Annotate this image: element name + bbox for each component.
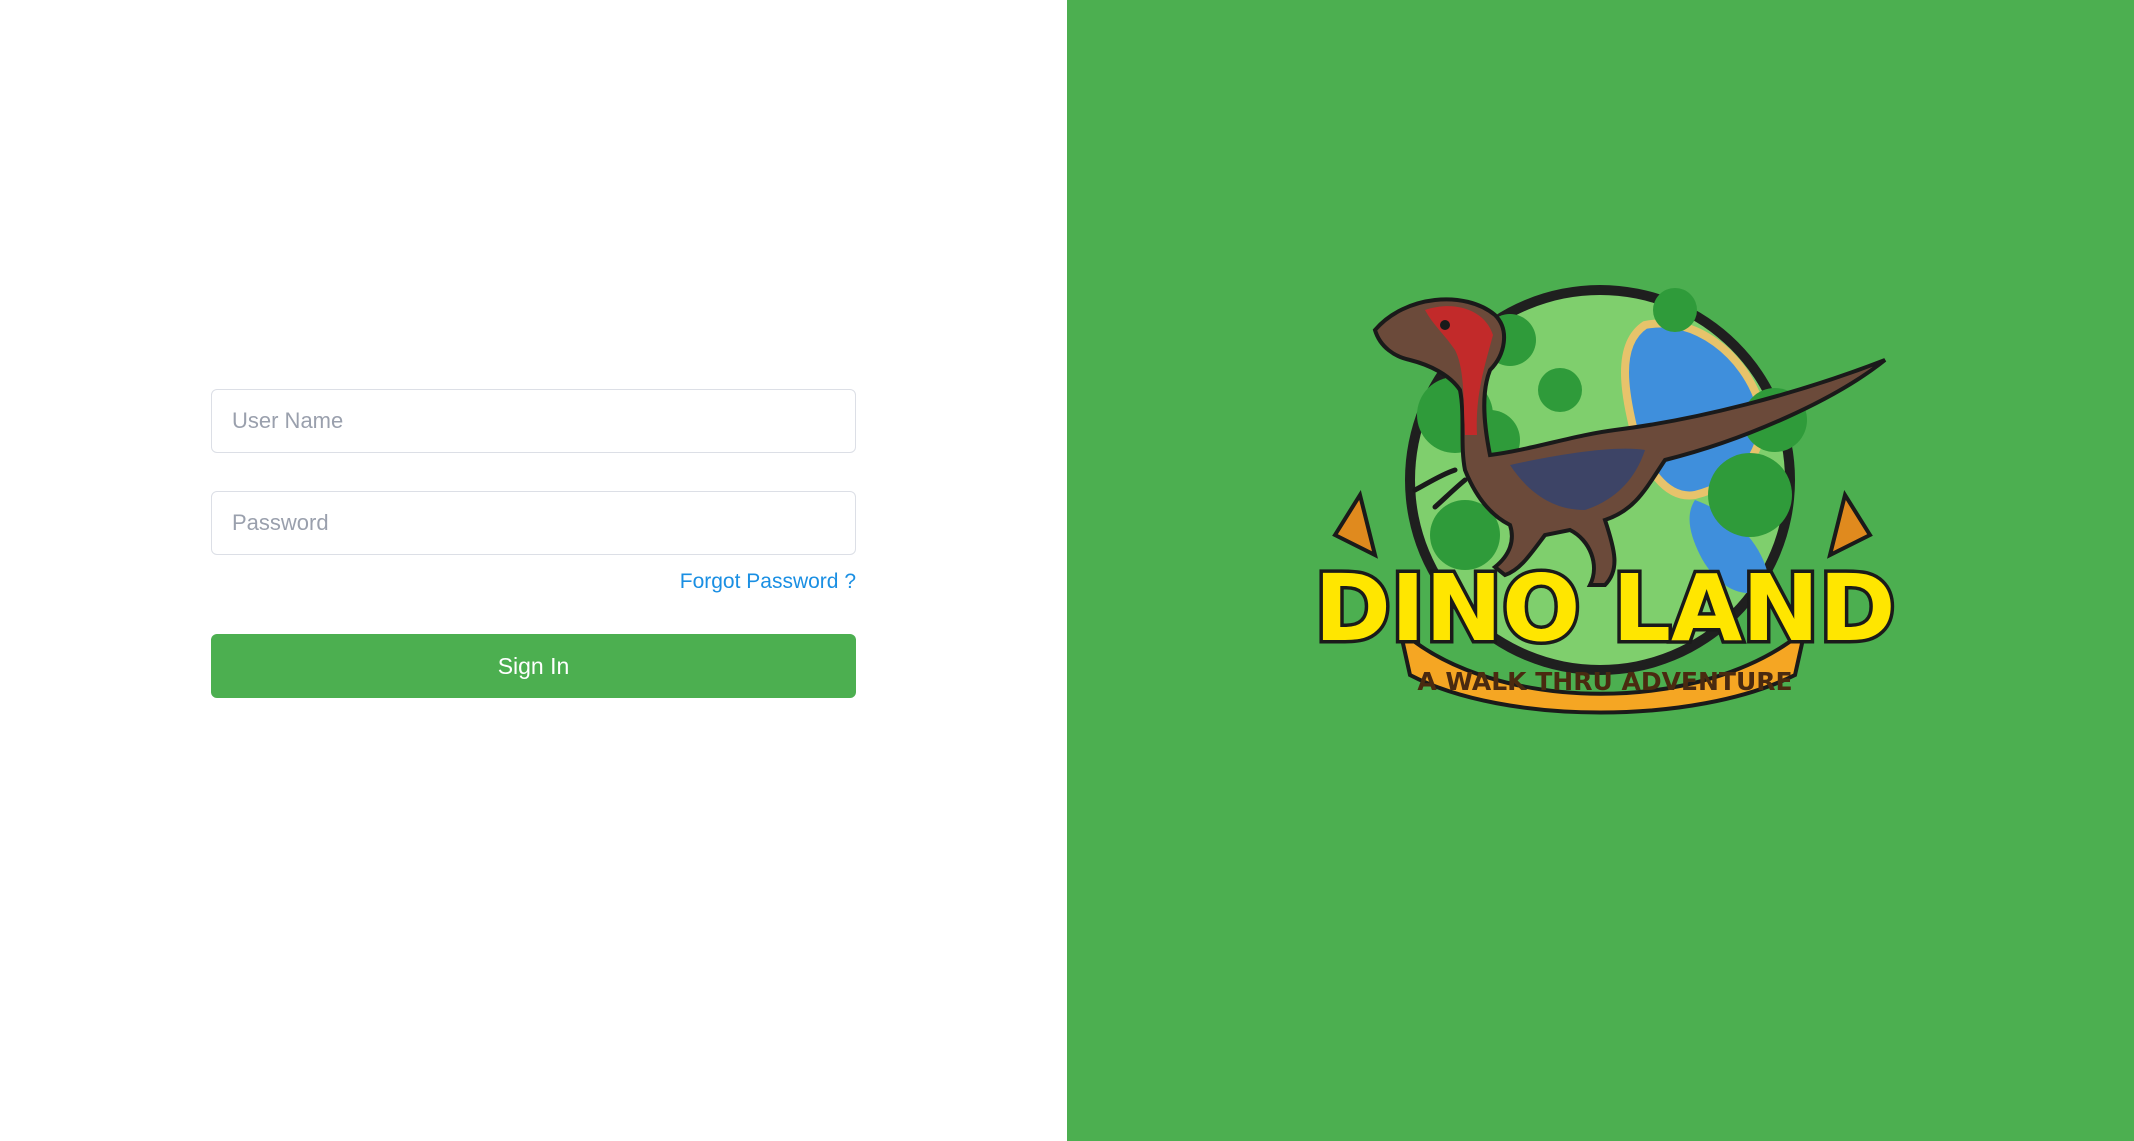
login-panel: Forgot Password ? Sign In bbox=[0, 0, 1067, 1141]
forgot-password-row: Forgot Password ? bbox=[211, 570, 856, 598]
forgot-password-link[interactable]: Forgot Password ? bbox=[680, 570, 856, 598]
sign-in-button[interactable]: Sign In bbox=[211, 634, 856, 698]
password-input[interactable] bbox=[211, 491, 856, 555]
dino-land-logo: DINO LAND A WALK THRU ADVENTURE bbox=[1315, 285, 1895, 715]
username-input[interactable] bbox=[211, 389, 856, 453]
login-page: Forgot Password ? Sign In bbox=[0, 0, 2134, 1141]
logo-title: DINO LAND bbox=[1315, 555, 1895, 662]
login-form: Forgot Password ? Sign In bbox=[211, 389, 856, 698]
logo-tagline: A WALK THRU ADVENTURE bbox=[1417, 667, 1792, 696]
